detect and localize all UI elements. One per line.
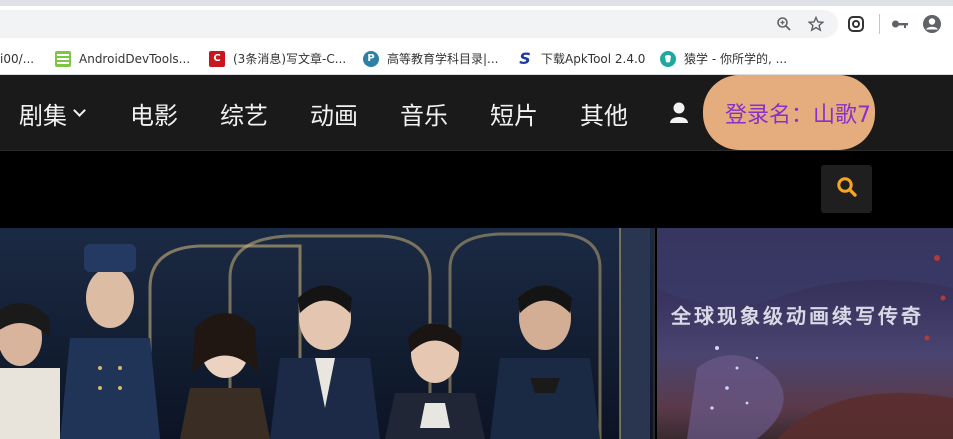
bookmark-item[interactable]: P 高等教育学科目录|... — [363, 42, 499, 75]
nav-item-variety[interactable]: 综艺 — [220, 75, 268, 151]
key-icon[interactable] — [890, 14, 910, 34]
bookmark-label: i00/... — [0, 51, 35, 66]
login-name-button[interactable]: 登录名：山歌7 — [703, 75, 875, 150]
bookmark-item[interactable]: AndroidDevTools... — [55, 42, 190, 75]
extension-icon[interactable] — [846, 14, 866, 34]
csdn-favicon: C — [209, 50, 225, 67]
nav-item-shorts[interactable]: 短片 — [490, 75, 538, 151]
nav-item-music[interactable]: 音乐 — [400, 75, 448, 151]
banner-poster-right[interactable]: 全球现象级动画续写传奇 — [657, 228, 953, 439]
bookmark-label: 猿学 - 你所学的, ... — [684, 52, 788, 66]
bookmark-item[interactable]: S 下载ApkTool 2.4.0 — [517, 42, 645, 75]
bookmark-label: (3条消息)写文章-C... — [233, 52, 347, 66]
nav-item-label: 音乐 — [400, 101, 448, 130]
nav-item-label: 综艺 — [220, 101, 268, 130]
account-icon[interactable] — [922, 14, 942, 34]
toolbar-separator — [879, 14, 880, 34]
bookmark-item[interactable]: i00/... — [0, 42, 34, 75]
nav-item-series[interactable]: 剧集 — [19, 75, 86, 151]
nav-item-movies[interactable]: 电影 — [130, 75, 178, 151]
bookmark-item[interactable]: C (3条消息)写文章-C... — [209, 42, 346, 75]
bookmark-label: 下载ApkTool 2.4.0 — [541, 52, 646, 66]
search-icon — [836, 176, 858, 202]
p-favicon: P — [363, 50, 379, 67]
bookmark-star-icon[interactable] — [806, 14, 826, 34]
yuanxue-favicon — [660, 50, 676, 67]
nav-item-label: 电影 — [130, 101, 178, 130]
bookmark-label: AndroidDevTools... — [79, 51, 191, 66]
browser-address-bar-row — [0, 0, 953, 42]
zoom-icon[interactable] — [774, 14, 794, 34]
banner-poster-image — [0, 228, 653, 439]
banner-caption: 全球现象级动画续写传奇 — [671, 304, 924, 328]
bookmark-label: 高等教育学科目录|... — [387, 52, 499, 66]
banner-poster-left[interactable] — [0, 228, 655, 439]
address-field[interactable] — [0, 10, 838, 38]
banner-animation-image — [657, 228, 953, 439]
search-band — [0, 151, 953, 228]
search-button[interactable] — [821, 165, 872, 213]
nav-item-animation[interactable]: 动画 — [310, 75, 358, 151]
nav-item-label: 短片 — [490, 101, 538, 130]
s-favicon: S — [519, 49, 531, 68]
nav-item-other[interactable]: 其他 — [580, 75, 628, 151]
login-name-text: 登录名：山歌7 — [725, 102, 871, 128]
nav-item-label: 剧集 — [19, 101, 67, 130]
nav-item-label: 动画 — [310, 101, 358, 130]
user-icon[interactable] — [669, 101, 689, 125]
chevron-down-icon — [73, 103, 86, 117]
bookmark-item[interactable]: 猿学 - 你所学的, ... — [660, 42, 787, 75]
bookmarks-bar: i00/... AndroidDevTools... C (3条消息)写文章-C… — [0, 42, 953, 75]
nav-item-label: 其他 — [580, 101, 628, 130]
androiddevtools-favicon — [55, 50, 71, 67]
